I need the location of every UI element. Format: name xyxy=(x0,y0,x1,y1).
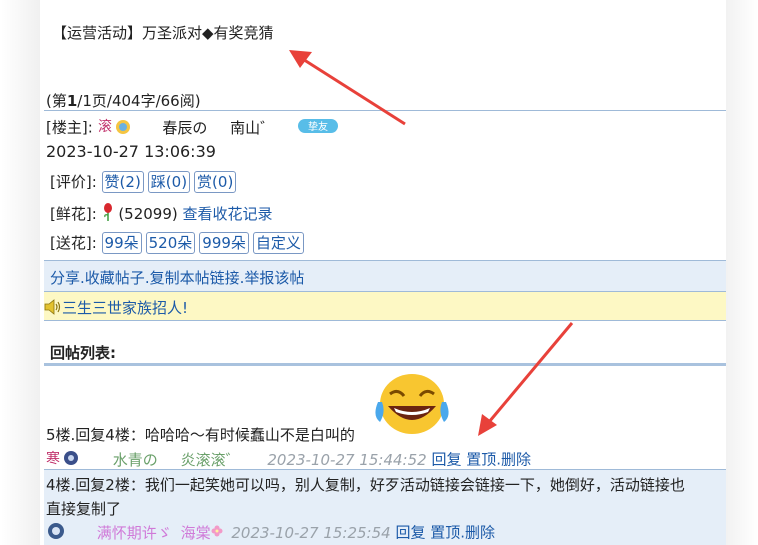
red-arrow xyxy=(289,50,574,436)
